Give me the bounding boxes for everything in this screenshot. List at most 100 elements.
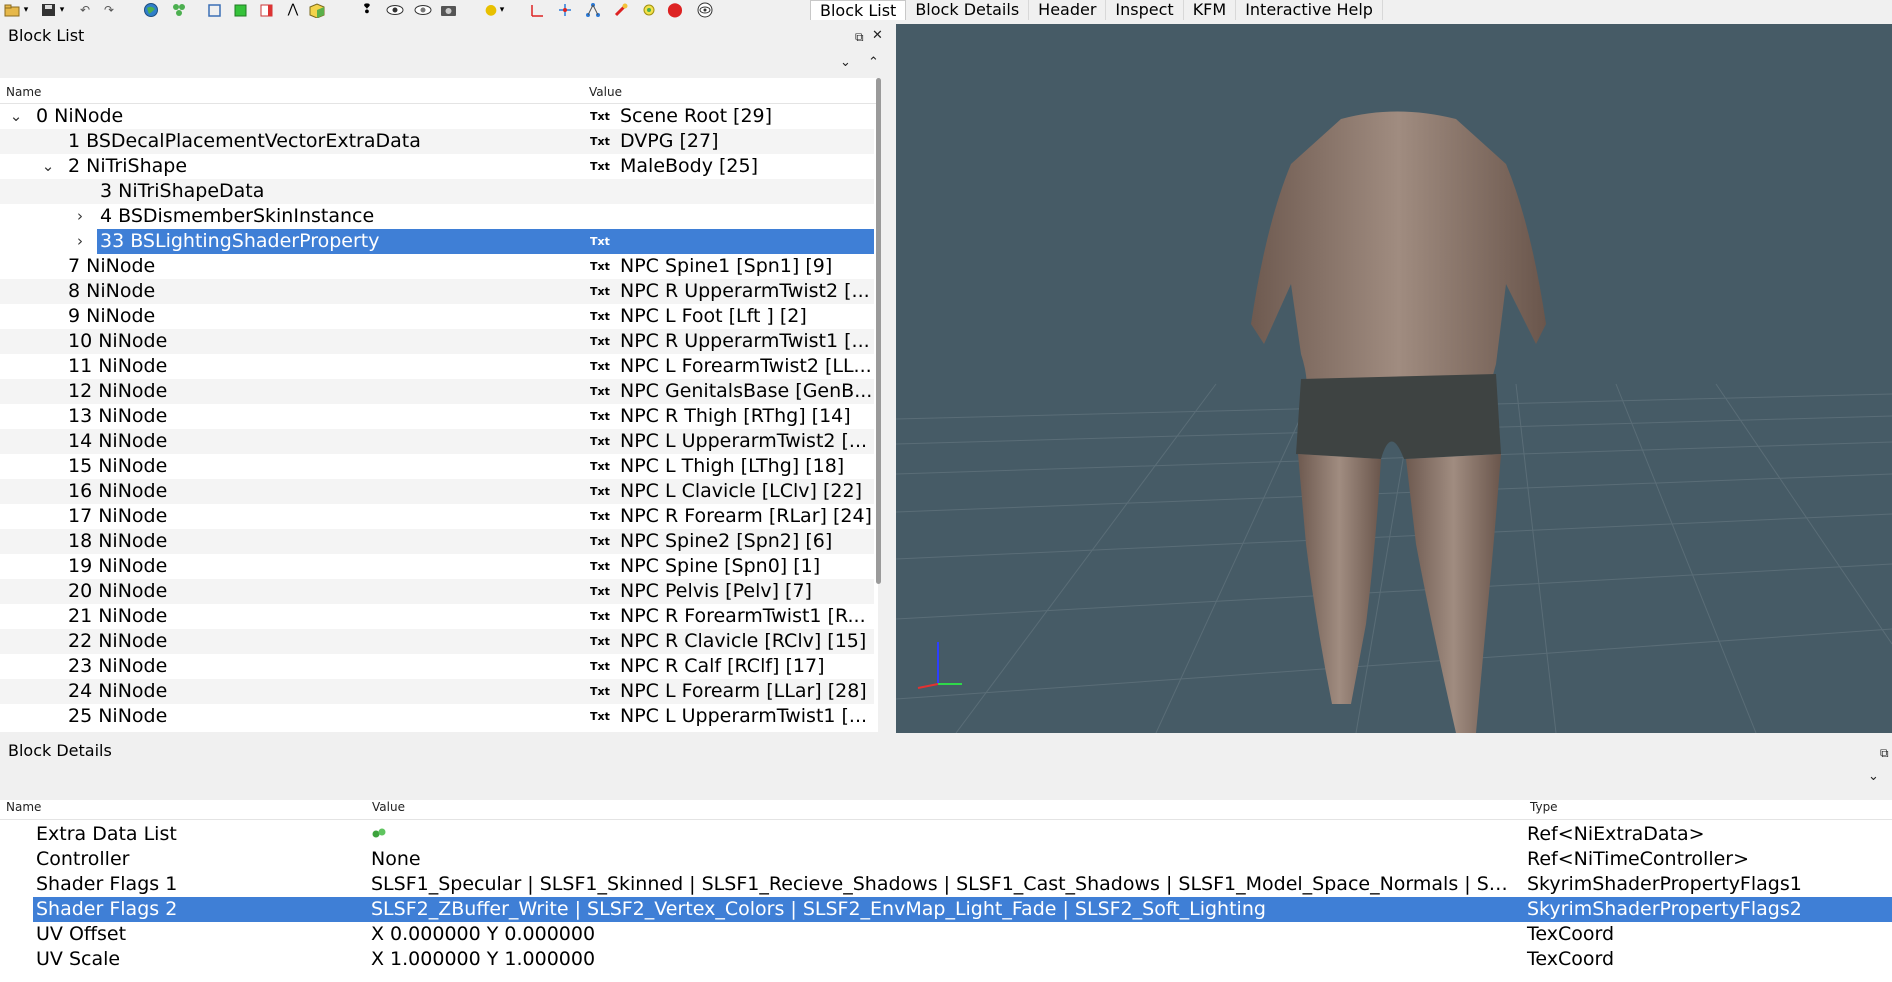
field-value[interactable]: SLSF1_Specular | SLSF1_Skinned | SLSF1_R…: [371, 872, 1517, 897]
block-name: 14 NiNode: [68, 430, 168, 452]
txt-badge: Txt: [590, 535, 610, 548]
tree-row[interactable]: 8 NiNode Txt NPC R UpperarmTwist2 [...: [0, 279, 874, 304]
chevron-down-icon[interactable]: ⌄: [40, 154, 56, 179]
tree-row[interactable]: 20 NiNode Txt NPC Pelvis [Pelv] [7]: [0, 579, 874, 604]
box-outline-icon[interactable]: [206, 2, 224, 18]
field-value[interactable]: X 1.000000 Y 1.000000: [371, 947, 1517, 972]
float-panel-icon[interactable]: ⧉: [855, 30, 864, 44]
tree-row[interactable]: 21 NiNode Txt NPC R ForearmTwist1 [R...: [0, 604, 874, 629]
block-value-text: NPC L Foot [Lft ] [2]: [620, 305, 807, 327]
save-icon[interactable]: [40, 2, 58, 18]
details-collapse-icon[interactable]: ⌄: [1868, 770, 1879, 784]
tree-row[interactable]: 16 NiNode Txt NPC L Clavicle [LClv] [22]: [0, 479, 874, 504]
tree-row[interactable]: ⌄ 0 NiNode Txt Scene Root [29]: [0, 104, 874, 129]
tree-row[interactable]: 18 NiNode Txt NPC Spine2 [Spn2] [6]: [0, 529, 874, 554]
bone-icon[interactable]: ⋀: [284, 2, 302, 18]
field-value[interactable]: X 0.000000 Y 0.000000: [371, 922, 1517, 947]
column-header-type[interactable]: Type: [1530, 800, 1558, 814]
tree-row[interactable]: 14 NiNode Txt NPC L UpperarmTwist2 [...: [0, 429, 874, 454]
axis-move-icon[interactable]: [556, 2, 574, 18]
column-header-value[interactable]: Value: [589, 85, 622, 99]
light-dropdown-chevron-icon[interactable]: ▾: [498, 2, 506, 18]
textured-box-icon[interactable]: [308, 2, 326, 18]
box-red-icon[interactable]: [258, 2, 276, 18]
txt-badge: Txt: [590, 435, 610, 448]
block-name: 4 BSDismemberSkinInstance: [100, 205, 375, 227]
txt-badge: Txt: [590, 110, 610, 123]
block-list-scrollbar[interactable]: [874, 78, 884, 584]
tab-block-details[interactable]: Block Details: [906, 0, 1030, 20]
collapse-all-icon[interactable]: ⌄: [840, 56, 851, 70]
column-header-name[interactable]: Name: [6, 800, 41, 814]
save-dropdown-chevron-icon[interactable]: ▾: [58, 2, 66, 18]
tree-row[interactable]: 1 BSDecalPlacementVectorExtraData Txt DVP…: [0, 129, 874, 154]
tree-row[interactable]: 22 NiNode Txt NPC R Clavicle [RClv] [15]: [0, 629, 874, 654]
table-row[interactable]: UV Offset X 0.000000 Y 0.000000 TexCoord: [0, 922, 1892, 947]
field-name: UV Offset: [36, 923, 127, 945]
box-green-icon[interactable]: [232, 2, 250, 18]
tree-row[interactable]: 13 NiNode Txt NPC R Thigh [RThg] [14]: [0, 404, 874, 429]
close-panel-icon[interactable]: ✕: [872, 29, 883, 43]
network-icon[interactable]: [584, 2, 602, 18]
float-details-icon[interactable]: ⧉: [1880, 746, 1889, 760]
block-value: Txt NPC R Clavicle [RClv] [15]: [590, 629, 874, 654]
column-header-name[interactable]: Name: [6, 85, 41, 99]
open-file-icon[interactable]: [4, 2, 22, 18]
footprint-icon[interactable]: ❢: [358, 2, 376, 18]
open-dropdown-chevron-icon[interactable]: ▾: [22, 2, 30, 18]
nodes-icon[interactable]: [170, 2, 188, 18]
tree-row[interactable]: 19 NiNode Txt NPC Spine [Spn0] [1]: [0, 554, 874, 579]
tree-row[interactable]: 10 NiNode Txt NPC R UpperarmTwist1 [...: [0, 329, 874, 354]
table-row[interactable]: Shader Flags 1 SLSF1_Specular | SLSF1_Sk…: [0, 872, 1892, 897]
tree-row[interactable]: 24 NiNode Txt NPC L Forearm [LLar] [28]: [0, 679, 874, 704]
tab-block-list[interactable]: Block List: [810, 0, 907, 20]
camera-icon[interactable]: [440, 2, 458, 18]
tab-header[interactable]: Header: [1029, 0, 1107, 20]
expand-all-icon[interactable]: ⌃: [868, 56, 879, 70]
table-row[interactable]: Controller None Ref<NiTimeController>: [0, 847, 1892, 872]
wrench-icon[interactable]: [612, 2, 630, 18]
table-row[interactable]: UV Scale X 1.000000 Y 1.000000 TexCoord: [0, 947, 1892, 972]
block-details-table[interactable]: Name Value Type Extra Data List Ref<NiEx…: [0, 800, 1892, 982]
tab-inspect[interactable]: Inspect: [1106, 0, 1184, 20]
field-value[interactable]: [371, 822, 1517, 847]
column-header-value[interactable]: Value: [372, 800, 405, 814]
render-viewport[interactable]: [896, 24, 1892, 733]
block-details-rows: Extra Data List Ref<NiExtraData> Control…: [0, 822, 1892, 972]
tree-row[interactable]: 11 NiNode Txt NPC L ForearmTwist2 [LL...: [0, 354, 874, 379]
tree-row[interactable]: 25 NiNode Txt NPC L UpperarmTwist1 [...: [0, 704, 874, 729]
tree-row[interactable]: ⌄ 2 NiTriShape Txt MaleBody [25]: [0, 154, 874, 179]
block-list-tree[interactable]: Name Value ⌄ 0 NiNode Txt Scene Root [29]…: [0, 78, 878, 732]
sun-icon[interactable]: [640, 2, 658, 18]
visibility-toggle-icon[interactable]: [696, 2, 714, 18]
tree-row[interactable]: 3 NiTriShapeData: [0, 179, 874, 204]
field-value[interactable]: None: [371, 847, 1517, 872]
tab-interactive-help[interactable]: Interactive Help: [1236, 0, 1383, 20]
map-pin-icon[interactable]: ⬤: [666, 2, 684, 18]
eye-alt-icon[interactable]: [414, 2, 432, 18]
eye-icon[interactable]: [386, 2, 404, 18]
tree-row-selected[interactable]: › 33 BSLightingShaderProperty Txt: [0, 229, 874, 254]
block-value-text: NPC R Calf [RClf] [17]: [620, 655, 825, 677]
chevron-right-icon[interactable]: ›: [72, 229, 88, 254]
tree-row[interactable]: 15 NiNode Txt NPC L Thigh [LThg] [18]: [0, 454, 874, 479]
chevron-right-icon[interactable]: ›: [72, 204, 88, 229]
tree-row[interactable]: 7 NiNode Txt NPC Spine1 [Spn1] [9]: [0, 254, 874, 279]
redo-icon[interactable]: ↷: [100, 2, 118, 18]
tree-row[interactable]: 17 NiNode Txt NPC R Forearm [RLar] [24]: [0, 504, 874, 529]
tree-row[interactable]: › 4 BSDismemberSkinInstance: [0, 204, 874, 229]
tree-row[interactable]: 9 NiNode Txt NPC L Foot [Lft ] [2]: [0, 304, 874, 329]
chevron-down-icon[interactable]: ⌄: [8, 104, 24, 129]
table-row[interactable]: Extra Data List Ref<NiExtraData>: [0, 822, 1892, 847]
block-value-text: NPC R Thigh [RThg] [14]: [620, 405, 851, 427]
block-value: Txt NPC Spine [Spn0] [1]: [590, 554, 874, 579]
tab-kfm[interactable]: KFM: [1183, 0, 1237, 20]
tree-row[interactable]: 12 NiNode Txt NPC GenitalsBase [GenB...: [0, 379, 874, 404]
axis-red-icon[interactable]: [528, 2, 546, 18]
table-row-selected[interactable]: Shader Flags 2 SLSF2_ZBuffer_Write | SLS…: [0, 897, 1892, 922]
tree-row[interactable]: 23 NiNode Txt NPC R Calf [RClf] [17]: [0, 654, 874, 679]
globe-icon[interactable]: [142, 2, 160, 18]
undo-icon[interactable]: ↶: [76, 2, 94, 18]
field-value[interactable]: SLSF2_ZBuffer_Write | SLSF2_Vertex_Color…: [371, 897, 1517, 922]
scrollbar-thumb[interactable]: [876, 78, 881, 584]
